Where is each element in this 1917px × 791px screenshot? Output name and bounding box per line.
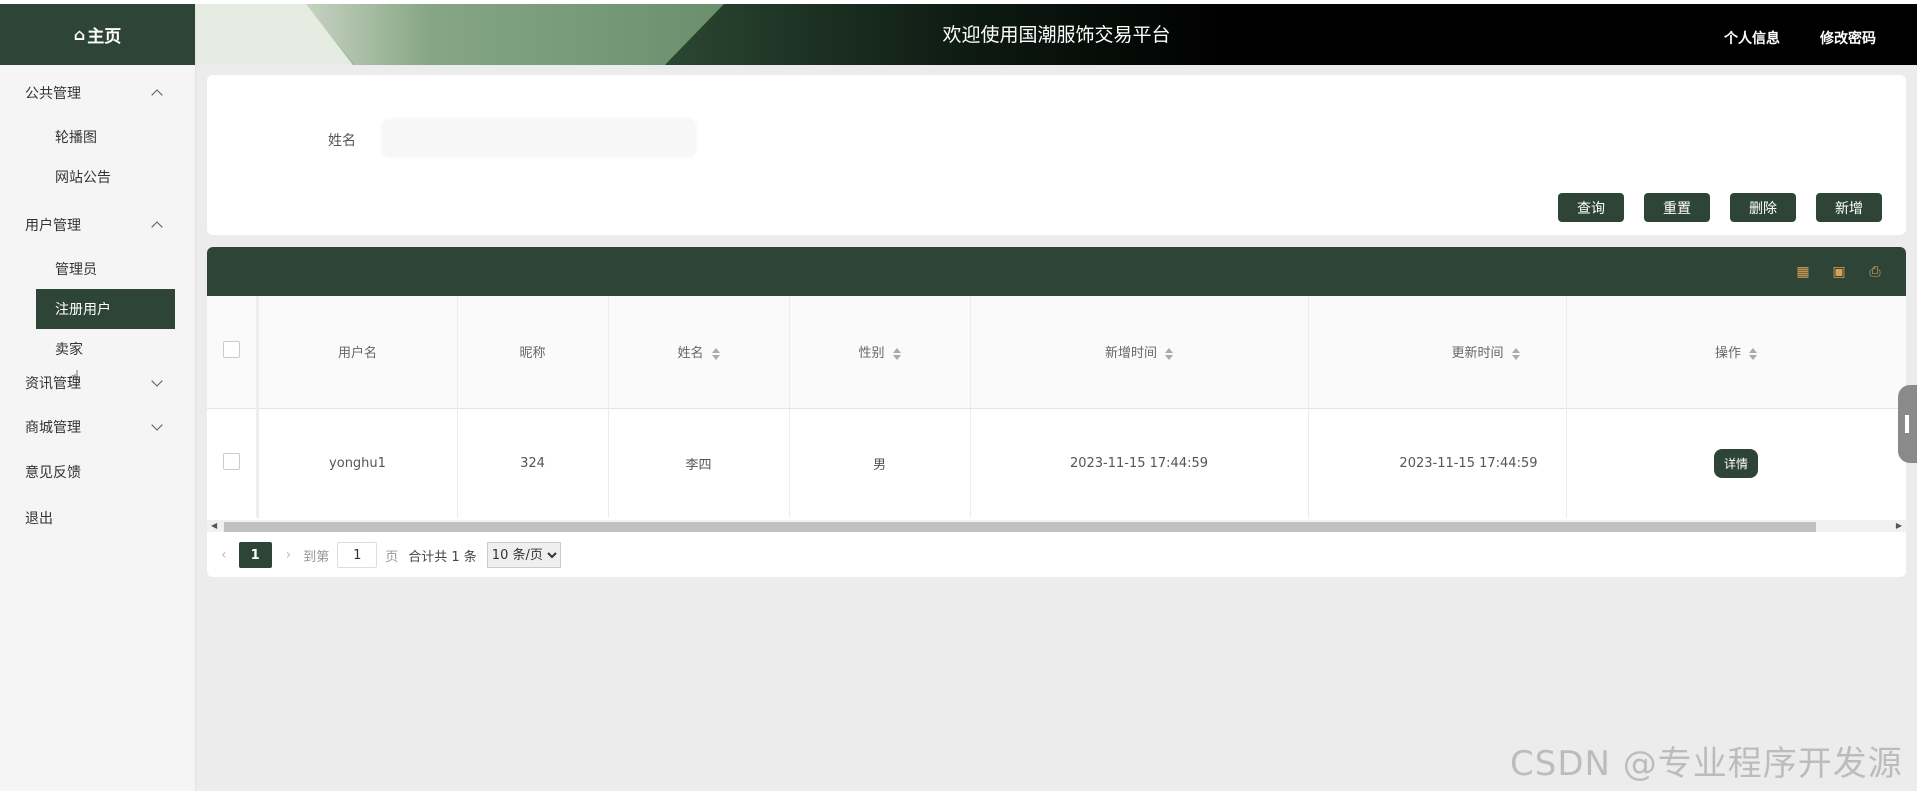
chevron-down-icon	[151, 375, 163, 387]
menu-group-public-toggle[interactable]: 公共管理	[0, 71, 195, 115]
sidebar-item-admin[interactable]: 管理员	[36, 249, 175, 289]
menu-group-users: 用户管理 管理员 注册用户 卖家	[0, 203, 195, 375]
col-header-actions-label: 操作	[1714, 346, 1741, 362]
scroll-right-icon[interactable]: ▶	[1896, 520, 1902, 532]
columns-icon[interactable]: ▦	[1795, 264, 1811, 280]
goto-suffix: 页	[385, 549, 399, 565]
top-border	[0, 0, 1917, 4]
print-icon[interactable]: ⎙	[1867, 264, 1883, 280]
detail-button[interactable]: 详情	[1713, 448, 1758, 478]
sidebar: ⌂ 主页 公共管理 轮播图 网站公告 用户管理 管理员 注册用户 卖家 资讯管理…	[0, 0, 196, 791]
chevron-up-icon	[151, 89, 163, 101]
home-link[interactable]: ⌂ 主页	[0, 0, 195, 65]
home-label: 主页	[87, 27, 122, 47]
sidebar-item-announcement[interactable]: 网站公告	[36, 157, 175, 197]
cell-gender: 男	[789, 408, 971, 518]
menu-group-news: 资讯管理	[0, 361, 195, 405]
pagination: ‹ 1 › 到第 页 合计共 1 条 10 条/页	[207, 541, 1906, 569]
top-header: 欢迎使用国潮服饰交易平台 个人信息 修改密码	[196, 0, 1917, 65]
scroll-left-icon[interactable]: ◀	[211, 520, 217, 532]
users-table: 用户名 昵称 姓名 性别 新增时间 更新时间 操作 yonghu1 324 李四…	[207, 296, 1906, 518]
change-password-link[interactable]: 修改密码	[1820, 28, 1876, 48]
sidebar-item-registered-users[interactable]: 注册用户	[36, 289, 175, 329]
menu-group-public-label: 公共管理	[25, 86, 81, 102]
col-header-name[interactable]: 姓名	[608, 296, 790, 408]
sidebar-item-logout[interactable]: 退出	[0, 495, 195, 541]
table-panel: ▦ ▣ ⎙ 用户名 昵称 姓名 性别 新增时间 更新时间 操作 yonghu1 …	[207, 247, 1906, 577]
cell-updated: 2023-11-15 17:44:59	[1308, 408, 1567, 518]
query-button[interactable]: 查询	[1558, 193, 1624, 222]
total-count: 合计共 1 条	[408, 549, 477, 565]
cell-name: 李四	[608, 408, 790, 518]
page-size-select[interactable]: 10 条/页	[486, 542, 561, 568]
name-search-input[interactable]	[383, 120, 695, 156]
cell-username: yonghu1	[257, 408, 458, 518]
page-title: 欢迎使用国潮服饰交易平台	[942, 24, 1171, 46]
cell-created: 2023-11-15 17:44:59	[970, 408, 1309, 518]
horizontal-scrollbar[interactable]: ◀ ▶	[207, 520, 1906, 532]
menu-group-mall-toggle[interactable]: 商城管理	[0, 405, 195, 449]
cell-actions: 详情	[1566, 408, 1906, 518]
profile-link[interactable]: 个人信息	[1724, 28, 1780, 48]
sidebar-item-carousel[interactable]: 轮播图	[36, 117, 175, 157]
col-header-gender-label: 性别	[858, 346, 885, 362]
goto-prefix: 到第	[303, 549, 330, 565]
sort-icon[interactable]	[1749, 347, 1757, 360]
sort-icon[interactable]	[892, 347, 901, 360]
menu-group-public: 公共管理 轮播图 网站公告	[0, 71, 195, 203]
table-header-row: 用户名 昵称 姓名 性别 新增时间 更新时间 操作	[207, 296, 1906, 408]
search-panel: 姓名 查询 重置 删除 新增	[207, 75, 1906, 235]
cell-nickname: 324	[457, 408, 609, 518]
sort-icon[interactable]	[1511, 347, 1520, 360]
table-row: yonghu1 324 李四 男 2023-11-15 17:44:59 202…	[207, 408, 1906, 518]
chevron-down-icon	[151, 419, 163, 431]
sidebar-menu: 公共管理 轮播图 网站公告 用户管理 管理员 注册用户 卖家 资讯管理 商城管理…	[0, 65, 195, 541]
add-button[interactable]: 新增	[1816, 193, 1882, 222]
menu-group-news-toggle[interactable]: 资讯管理	[0, 361, 195, 405]
sort-icon[interactable]	[711, 347, 720, 360]
reset-button[interactable]: 重置	[1644, 193, 1710, 222]
hand-cursor-icon: ☝	[68, 366, 81, 390]
side-drawer-handle[interactable]	[1898, 385, 1917, 463]
prev-page-icon[interactable]: ‹	[221, 547, 227, 563]
name-label: 姓名	[328, 133, 356, 149]
select-all-checkbox[interactable]	[222, 341, 240, 359]
col-header-name-label: 姓名	[677, 346, 704, 362]
export-icon[interactable]: ▣	[1831, 264, 1847, 280]
col-header-actions[interactable]: 操作	[1566, 296, 1906, 408]
col-header-created-label: 新增时间	[1104, 346, 1157, 362]
col-header-updated-label: 更新时间	[1451, 346, 1504, 362]
menu-group-users-toggle[interactable]: 用户管理	[0, 203, 195, 247]
sidebar-item-feedback[interactable]: 意见反馈	[0, 449, 195, 495]
col-header-username: 用户名	[257, 296, 458, 408]
menu-group-mall: 商城管理	[0, 405, 195, 449]
goto-page-input[interactable]	[337, 542, 378, 568]
col-header-nickname: 昵称	[457, 296, 609, 408]
delete-button[interactable]: 删除	[1730, 193, 1796, 222]
row-checkbox[interactable]	[222, 452, 240, 470]
sort-icon[interactable]	[1165, 347, 1173, 360]
scrollbar-thumb[interactable]	[224, 522, 1816, 532]
watermark: CSDN @专业程序开发源	[1510, 744, 1903, 784]
col-header-created[interactable]: 新增时间	[970, 296, 1309, 408]
chevron-up-icon	[151, 221, 163, 233]
page-number-current[interactable]: 1	[238, 542, 272, 568]
home-icon: ⌂	[73, 25, 86, 44]
col-header-gender[interactable]: 性别	[789, 296, 971, 408]
table-toolbar: ▦ ▣ ⎙	[207, 247, 1906, 296]
menu-group-users-label: 用户管理	[25, 218, 81, 234]
col-header-updated[interactable]: 更新时间	[1308, 296, 1567, 408]
next-page-icon[interactable]: ›	[286, 547, 292, 563]
menu-group-mall-label: 商城管理	[25, 420, 81, 436]
